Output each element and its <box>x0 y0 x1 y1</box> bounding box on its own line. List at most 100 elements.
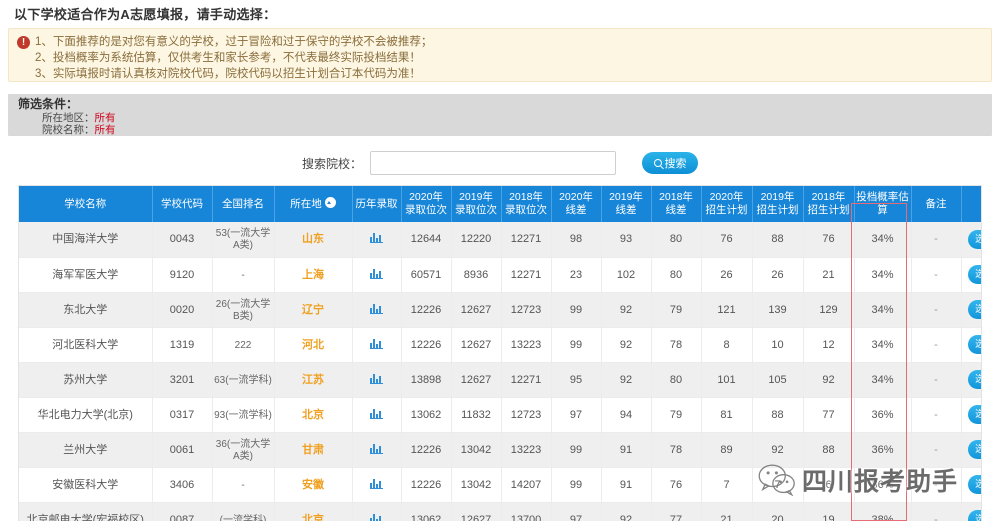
probability-label: 34% <box>871 373 894 386</box>
cell-plan2019: 26 <box>752 257 804 293</box>
col-header-region[interactable]: 所在地 <box>274 186 353 222</box>
rank-label: - <box>241 479 245 491</box>
col-header-plan-2019[interactable]: 2019年 招生计划 <box>752 186 804 222</box>
school-name-label: 华北电力大学(北京) <box>37 408 133 421</box>
cell-diff2020: 99 <box>551 467 602 503</box>
cell-action: 选为A志愿 <box>961 467 981 503</box>
cell-probability: 34% <box>854 292 912 328</box>
choose-as-a-button[interactable]: 选为A志愿 <box>968 510 981 521</box>
choose-as-a-button[interactable]: 选为A志愿 <box>968 405 981 424</box>
bar-chart-icon[interactable] <box>370 513 383 521</box>
remark-label: - <box>934 233 938 246</box>
col-header-plan-2020[interactable]: 2020年 招生计划 <box>701 186 753 222</box>
col-header-school-code[interactable]: 学校代码 <box>152 186 213 222</box>
col-header-national-rank[interactable]: 全国排名 <box>212 186 275 222</box>
choose-as-a-button[interactable]: 选为A志愿 <box>968 440 981 459</box>
col-header-rank-2019[interactable]: 2019年 录取位次 <box>451 186 502 222</box>
cell-plan2019: 88 <box>752 397 804 433</box>
search-button[interactable]: 搜索 <box>642 152 698 174</box>
cell-diff2018: 80 <box>651 362 702 398</box>
col-header-action[interactable]: 操作 <box>961 186 981 222</box>
remark-label: - <box>934 268 938 281</box>
bar-chart-icon[interactable] <box>370 478 383 489</box>
cell-action: 选为A志愿 <box>961 397 981 433</box>
choose-as-a-button[interactable]: 选为A志愿 <box>968 265 981 284</box>
cell-school: 河北医科大学 <box>19 327 153 363</box>
cell-rank: 53(一流大学A类) <box>212 222 275 258</box>
col-header-rank-2020[interactable]: 2020年 录取位次 <box>401 186 452 222</box>
schools-table-wrapper: 学校名称 学校代码 全国排名 所在地 历年录取 2020年 录取位次 2019年录… <box>18 185 982 521</box>
col-header-remark[interactable]: 备注 <box>911 186 962 222</box>
choose-as-a-button[interactable]: 选为A志愿 <box>968 370 981 389</box>
cell-region: 江苏 <box>274 362 353 398</box>
cell-rank2020: 13062 <box>401 397 452 433</box>
col-header-rank-2018[interactable]: 2018年 录取位次 <box>501 186 552 222</box>
cell-remark: - <box>911 432 962 468</box>
cell-history-chart <box>352 327 402 363</box>
cell-school: 东北大学 <box>19 292 153 328</box>
bar-chart-icon[interactable] <box>370 303 383 314</box>
table-row: 华北电力大学(北京) 0317 93(一流学科) 北京 13062 11832 12723 9… <box>19 397 981 433</box>
cell-rank2020: 12226 <box>401 432 452 468</box>
cell-code: 0061 <box>152 432 213 468</box>
choose-as-a-button[interactable]: 选为A志愿 <box>968 300 981 319</box>
bar-chart-icon[interactable] <box>370 268 383 279</box>
cell-code: 0020 <box>152 292 213 328</box>
cell-code: 1319 <box>152 327 213 363</box>
bar-chart-icon[interactable] <box>370 408 383 419</box>
school-name-label: 北京邮电大学(宏福校区) <box>26 513 144 521</box>
school-name-label: 海军军医大学 <box>52 268 119 281</box>
cell-rank2020: 13062 <box>401 502 452 521</box>
cell-plan2020: 76 <box>701 222 753 258</box>
sort-up-icon[interactable] <box>324 197 336 208</box>
table-header-row: 学校名称 学校代码 全国排名 所在地 历年录取 2020年 录取位次 2019年录… <box>19 186 981 222</box>
col-header-plan-2018[interactable]: 2018年 招生计划 <box>803 186 855 222</box>
notice-line-1: 1、下面推荐的是对您有意义的学校，过于冒险和过于保守的学校不会被推荐； <box>35 36 433 48</box>
col-header-school-name[interactable]: 学校名称 <box>19 186 153 222</box>
cell-rank2018: 13223 <box>501 327 552 363</box>
search-input[interactable] <box>370 151 616 175</box>
col-header-diff-2018[interactable]: 2018年 线差 <box>651 186 702 222</box>
bar-chart-icon[interactable] <box>370 443 383 454</box>
bar-chart-icon[interactable] <box>370 373 383 384</box>
rank-label: 36(一流大学A类) <box>215 438 271 462</box>
col-header-history[interactable]: 历年录取 <box>352 186 402 222</box>
search-icon <box>653 159 662 167</box>
filter-row-region: 所在地区：所有 <box>42 112 982 124</box>
cell-probability: 38% <box>854 502 912 521</box>
cell-remark: - <box>911 222 962 258</box>
cell-diff2019: 92 <box>601 292 652 328</box>
probability-label: 34% <box>871 303 894 316</box>
region-label: 河北 <box>302 338 324 351</box>
choose-as-a-button[interactable]: 选为A志愿 <box>968 229 981 249</box>
cell-probability: 36% <box>854 467 912 503</box>
cell-probability: 34% <box>854 257 912 293</box>
rank-label: 93(一流学科) <box>214 409 272 421</box>
school-name-label: 中国海洋大学 <box>52 233 119 246</box>
col-header-diff-2019[interactable]: 2019年 线差 <box>601 186 652 222</box>
cell-history-chart <box>352 257 402 293</box>
cell-rank: 63(一流学科) <box>212 362 275 398</box>
cell-plan2018: 92 <box>803 362 855 398</box>
choose-as-a-button[interactable]: 选为A志愿 <box>968 475 981 494</box>
choose-as-a-button[interactable]: 选为A志愿 <box>968 335 981 354</box>
probability-label: 36% <box>871 408 894 421</box>
rank-label: 53(一流大学A类) <box>215 228 271 252</box>
cell-plan2019: 92 <box>752 432 804 468</box>
cell-plan2019: 88 <box>752 222 804 258</box>
col-header-probability[interactable]: 投档概率估算 <box>854 186 912 222</box>
table-row: 安徽医科大学 3406- 安徽 12226 13042 14207 99 91 76 7 7 6 36%… <box>19 467 981 503</box>
cell-action: 选为A志愿 <box>961 292 981 328</box>
cell-probability: 34% <box>854 362 912 398</box>
bar-chart-icon[interactable] <box>370 338 383 349</box>
cell-history-chart <box>352 292 402 328</box>
cell-action: 选为A志愿 <box>961 257 981 293</box>
col-header-diff-2020[interactable]: 2020年 线差 <box>551 186 602 222</box>
bar-chart-icon[interactable] <box>370 232 383 244</box>
cell-region: 河北 <box>274 327 353 363</box>
cell-region: 辽宁 <box>274 292 353 328</box>
cell-probability: 36% <box>854 432 912 468</box>
cell-rank: 222 <box>212 327 275 363</box>
filter-label-region: 所在地区： <box>42 112 95 124</box>
cell-remark: - <box>911 257 962 293</box>
